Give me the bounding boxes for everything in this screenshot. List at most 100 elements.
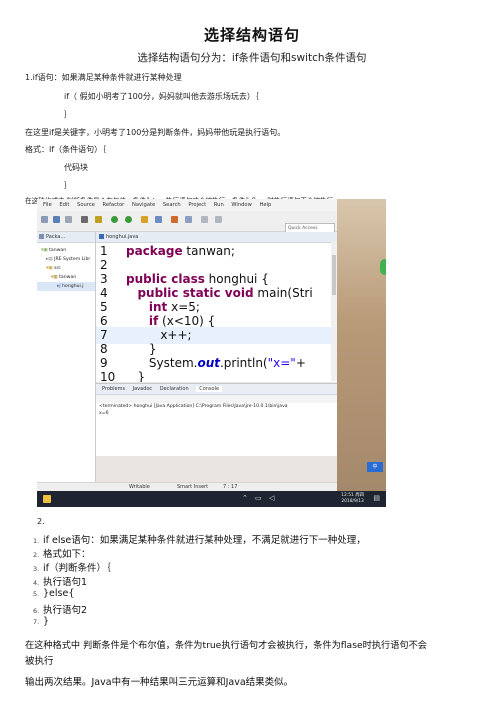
debug-icon[interactable]: [81, 216, 88, 223]
tree-label: tanwan: [49, 248, 67, 253]
tree-label: src: [54, 266, 61, 271]
menu-bar: File Edit Source Refactor Navigate Searc…: [37, 199, 337, 211]
print-icon[interactable]: [65, 216, 72, 223]
menu-window[interactable]: Window: [231, 199, 251, 211]
save-icon[interactable]: [53, 216, 60, 223]
eclipse-screenshot: File Edit Source Refactor Navigate Searc…: [37, 199, 386, 507]
code-line: 10 }: [96, 369, 337, 382]
menu-help[interactable]: Help: [260, 199, 272, 211]
code-text: package: [126, 244, 183, 258]
line-number: 10: [100, 370, 116, 382]
tree-label: JRE System Libr: [54, 257, 91, 262]
search-icon[interactable]: [185, 216, 192, 223]
folder-icon[interactable]: [43, 495, 51, 503]
list-item: 3. if（判断条件）｛: [33, 560, 111, 574]
console-terminated-line: <terminated> honghui [Java Application] …: [99, 404, 288, 409]
project-folder-icon: ▾▣: [41, 248, 48, 253]
tree-label: tanwan: [59, 275, 77, 280]
package-icon: ▾▦: [51, 275, 58, 280]
list-number: 3.: [33, 565, 40, 573]
page-title: 选择结构语句: [203, 26, 300, 44]
brace-close-2: ｝: [64, 181, 72, 190]
paragraph-boolean-2-cont: 被执行: [25, 656, 54, 667]
volume-icon[interactable]: ◁: [269, 494, 274, 502]
tree-item-file[interactable]: ▸J honghui.j: [37, 282, 95, 291]
notification-icon[interactable]: ▤: [373, 494, 380, 502]
tab-javadoc[interactable]: Javadoc: [133, 386, 153, 392]
tree-item-src[interactable]: ▾▣ src: [37, 264, 95, 273]
tool-icon[interactable]: [95, 216, 102, 223]
java-file-icon: [99, 234, 104, 239]
package-explorer: Packa... ▾▣ tanwan ▸▤ JRE System Libr ▾▣…: [37, 232, 96, 482]
list-item: 5.}else{: [33, 588, 74, 599]
console-result-line: x=6: [99, 411, 109, 416]
editor-tab-label: honghui.java: [106, 234, 139, 240]
list-text: 格式如下：: [43, 549, 91, 560]
taskbar-clock[interactable]: 12:51 周四 2018/9/13: [341, 493, 364, 505]
tree-label: honghui.j: [62, 284, 84, 289]
paragraph-if: 1.if语句：如果满足某种条件就进行某种处理: [25, 73, 182, 82]
paragraph-explain: 在这里if是关键字，小明考了100分是判断条件，妈妈带他玩是执行语句。: [25, 128, 286, 137]
list-text: if else语句：如果满足某种条件就进行某种处理，不满足就进行下一种处理，: [43, 535, 366, 546]
menu-edit[interactable]: Edit: [59, 199, 69, 211]
list-item: 4. 执行语句1: [33, 574, 87, 588]
brace-close: ｝: [64, 110, 72, 119]
list-item: 7.}: [33, 616, 49, 627]
menu-file[interactable]: File: [43, 199, 52, 211]
console-output: <terminated> honghui [Java Application] …: [96, 403, 337, 417]
debug-run-icon[interactable]: [125, 216, 132, 223]
paragraph-example: if（ 假如小明考了100分，妈妈就叫他去游乐场玩去）｛: [64, 92, 259, 101]
tab-problems[interactable]: Problems: [102, 386, 125, 392]
editor-scrollbar[interactable]: [331, 241, 337, 381]
menu-project[interactable]: Project: [188, 199, 206, 211]
list-number: 4.: [33, 579, 40, 587]
subtitle: 选择结构语句分为：if条件语句和switch条件语句: [137, 52, 367, 64]
list-text: }: [43, 616, 50, 627]
background-photo: [337, 199, 386, 507]
network-icon[interactable]: ▭: [255, 494, 262, 502]
floating-green-button[interactable]: [380, 259, 386, 275]
back-icon[interactable]: [201, 216, 208, 223]
list-item: 6. 执行语句2: [33, 602, 87, 616]
list-text: if（判断条件）｛: [43, 563, 111, 574]
open-type-icon[interactable]: [171, 216, 178, 223]
paragraph-ternary: 输出两次结果。Java中有一种结果叫三元运算和Java结果类似。: [25, 677, 294, 688]
menu-run[interactable]: Run: [214, 199, 224, 211]
tab-declaration[interactable]: Declaration: [160, 386, 189, 392]
list-text: 执行语句1: [43, 577, 88, 588]
run-icon[interactable]: [111, 216, 118, 223]
list-text: 执行语句2: [43, 605, 88, 616]
list-number: 6.: [33, 607, 40, 615]
console-toolbar: [96, 395, 337, 403]
menu-search[interactable]: Search: [163, 199, 181, 211]
code-block-label: 代码块: [64, 163, 88, 172]
forward-icon[interactable]: [215, 216, 222, 223]
folder-icon: ▾▣: [46, 266, 53, 271]
menu-source[interactable]: Source: [77, 199, 95, 211]
java-file-icon: ▸J: [57, 284, 61, 289]
tree-item-package[interactable]: ▾▦ tanwan: [37, 273, 95, 282]
menu-refactor[interactable]: Refactor: [103, 199, 125, 211]
new-icon[interactable]: [41, 216, 48, 223]
package-explorer-icon: [39, 234, 44, 239]
tray-chevron-icon[interactable]: ⌃: [242, 494, 248, 502]
new-class-icon[interactable]: [155, 216, 162, 223]
tree-item-jre[interactable]: ▸▤ JRE System Libr: [37, 255, 95, 264]
list-number: 2.: [33, 551, 40, 559]
library-icon: ▸▤: [46, 257, 53, 262]
menu-navigate[interactable]: Navigate: [132, 199, 155, 211]
paragraph-boolean-2: 在这种格式中 判断条件是个布尔值，条件为true执行语句才会被执行，条件为fla…: [25, 640, 427, 651]
paragraph-format: 格式：If（条件语句）｛: [25, 145, 107, 154]
tree-item-project[interactable]: ▾▣ tanwan: [37, 246, 95, 255]
new-package-icon[interactable]: [141, 216, 148, 223]
scrollbar-thumb[interactable]: [332, 255, 336, 295]
tab-console[interactable]: Console: [196, 386, 223, 392]
windows-taskbar: ⌃ ▭ ◁ 12:51 周四 2018/9/13 ▤: [37, 491, 386, 507]
list-text: }else{: [43, 588, 75, 599]
editor-tab[interactable]: honghui.java: [96, 232, 337, 243]
package-explorer-tab[interactable]: Packa...: [37, 232, 95, 243]
package-explorer-label: Packa...: [46, 234, 66, 240]
ime-indicator[interactable]: 中: [367, 462, 383, 472]
list-item: 2. 格式如下：: [33, 546, 91, 560]
code-editor[interactable]: honghui.java 1 package tanwan; 2 3 public …: [96, 232, 337, 382]
